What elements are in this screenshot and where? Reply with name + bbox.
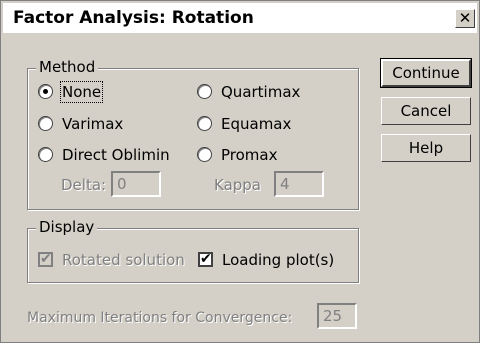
- delta-label: Delta:: [61, 176, 107, 194]
- loading-plots-label[interactable]: Loading plot(s): [222, 251, 334, 269]
- rotated-solution-check[interactable]: ✔: [38, 252, 53, 267]
- radio-varimax-label[interactable]: Varimax: [62, 115, 123, 133]
- kappa-label: Kappa: [214, 176, 261, 194]
- max-iterations-field[interactable]: 25: [317, 303, 357, 329]
- window-title: Factor Analysis: Rotation: [13, 8, 254, 28]
- help-button[interactable]: Help: [381, 134, 471, 162]
- method-legend: Method: [36, 58, 99, 76]
- loading-plots-check[interactable]: ✔: [198, 252, 213, 267]
- display-legend: Display: [36, 218, 98, 236]
- max-iterations-label: Maximum Iterations for Convergence:: [27, 310, 293, 326]
- rotated-solution-label[interactable]: Rotated solution: [62, 251, 185, 269]
- radio-equamax-label[interactable]: Equamax: [221, 115, 291, 133]
- radio-none-label[interactable]: None: [59, 81, 104, 103]
- close-icon[interactable]: ✕: [455, 9, 475, 28]
- radio-none-circle[interactable]: [38, 84, 53, 99]
- delta-field[interactable]: 0: [111, 171, 161, 197]
- kappa-field[interactable]: 4: [274, 171, 324, 197]
- radio-direct-oblimin-circle[interactable]: [38, 147, 53, 162]
- radio-equamax-circle[interactable]: [197, 116, 212, 131]
- radio-promax-circle[interactable]: [197, 147, 212, 162]
- radio-quartimax-label[interactable]: Quartimax: [221, 83, 300, 101]
- title-bar: Factor Analysis: Rotation ✕: [3, 3, 477, 33]
- continue-button[interactable]: Continue: [380, 58, 472, 88]
- radio-promax-label[interactable]: Promax: [221, 146, 277, 164]
- radio-quartimax-circle[interactable]: [197, 84, 212, 99]
- rotation-dialog: Factor Analysis: Rotation ✕ Method None …: [0, 0, 480, 343]
- radio-direct-oblimin-label[interactable]: Direct Oblimin: [62, 146, 170, 164]
- cancel-button[interactable]: Cancel: [381, 97, 471, 125]
- radio-selected-dot: [43, 89, 48, 94]
- radio-varimax-circle[interactable]: [38, 116, 53, 131]
